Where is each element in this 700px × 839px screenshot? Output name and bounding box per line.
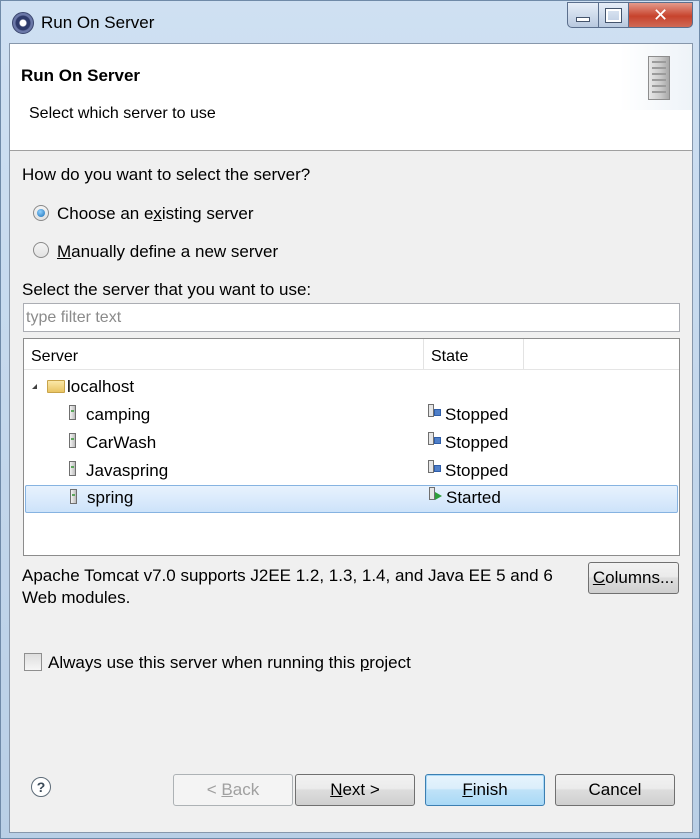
cancel-button[interactable]: Cancel [555,774,675,806]
stopped-state-icon [428,432,441,447]
folder-icon [47,380,65,393]
select-server-label: Select the server that you want to use: [22,280,312,299]
close-button[interactable]: ✕ [629,2,693,28]
always-use-label[interactable]: Always use this server when running this… [48,653,411,673]
server-state: Started [446,488,501,507]
banner-description: Select which server to use [29,105,216,122]
started-state-icon [429,487,442,502]
server-name: Javaspring [86,461,169,480]
server-tower-icon [648,56,670,100]
radio-manually-define[interactable] [33,242,49,258]
table-row[interactable]: Javaspring Stopped [24,458,679,486]
filter-input[interactable] [24,304,683,331]
server-icon [69,461,76,476]
close-icon: ✕ [652,4,669,26]
table-header: Server State [24,339,679,370]
server-icon [69,405,76,420]
radio-choose-existing-label[interactable]: Choose an existing server [57,204,254,224]
run-on-server-window: Run On Server ✕ Run On Server Select whi… [0,0,700,839]
server-state: Stopped [445,461,509,480]
next-button[interactable]: Next > [295,774,415,806]
column-header-state[interactable]: State [424,339,524,369]
banner-image [620,44,692,110]
eclipse-app-icon [12,12,34,34]
table-row-selected[interactable]: spring Started [25,485,678,513]
server-state: Stopped [445,405,509,424]
help-icon[interactable]: ? [31,777,51,797]
table-row[interactable]: camping Stopped [24,402,679,430]
radio-choose-existing[interactable] [33,205,49,221]
server-name: CarWash [86,433,157,452]
minimize-icon [576,16,590,22]
column-header-server[interactable]: Server [24,339,424,369]
banner-title: Run On Server [21,66,141,85]
server-name: spring [87,488,134,507]
table-row[interactable]: CarWash Stopped [24,430,679,458]
finish-button[interactable]: Finish [425,774,545,806]
tree-node-localhost[interactable]: localhost [24,374,679,402]
server-name: camping [86,405,151,424]
maximize-icon [605,7,622,23]
host-label: localhost [67,377,135,396]
wizard-banner: Run On Server Select which server to use [10,44,692,151]
maximize-button[interactable] [599,2,629,28]
window-controls: ✕ [567,2,693,28]
stopped-state-icon [428,404,441,419]
dialog-body: Run On Server Select which server to use… [9,43,693,833]
server-description: Apache Tomcat v7.0 supports J2EE 1.2, 1.… [22,566,553,607]
selection-question: How do you want to select the server? [22,165,311,184]
back-button[interactable]: < Back [173,774,293,806]
server-tree-table[interactable]: Server State localhost camping Stopped C… [23,338,680,556]
server-state: Stopped [445,433,509,452]
window-title: Run On Server [41,13,155,32]
server-icon [69,433,76,448]
expand-arrow-icon[interactable] [32,384,37,389]
server-icon [70,489,77,504]
radio-manually-define-label[interactable]: Manually define a new server [57,242,278,262]
stopped-state-icon [428,460,441,475]
title-bar[interactable]: Run On Server ✕ [1,1,699,43]
columns-button[interactable]: Columns... [588,562,679,594]
always-use-checkbox[interactable] [24,653,42,671]
minimize-button[interactable] [567,2,599,28]
filter-box[interactable] [23,303,683,332]
